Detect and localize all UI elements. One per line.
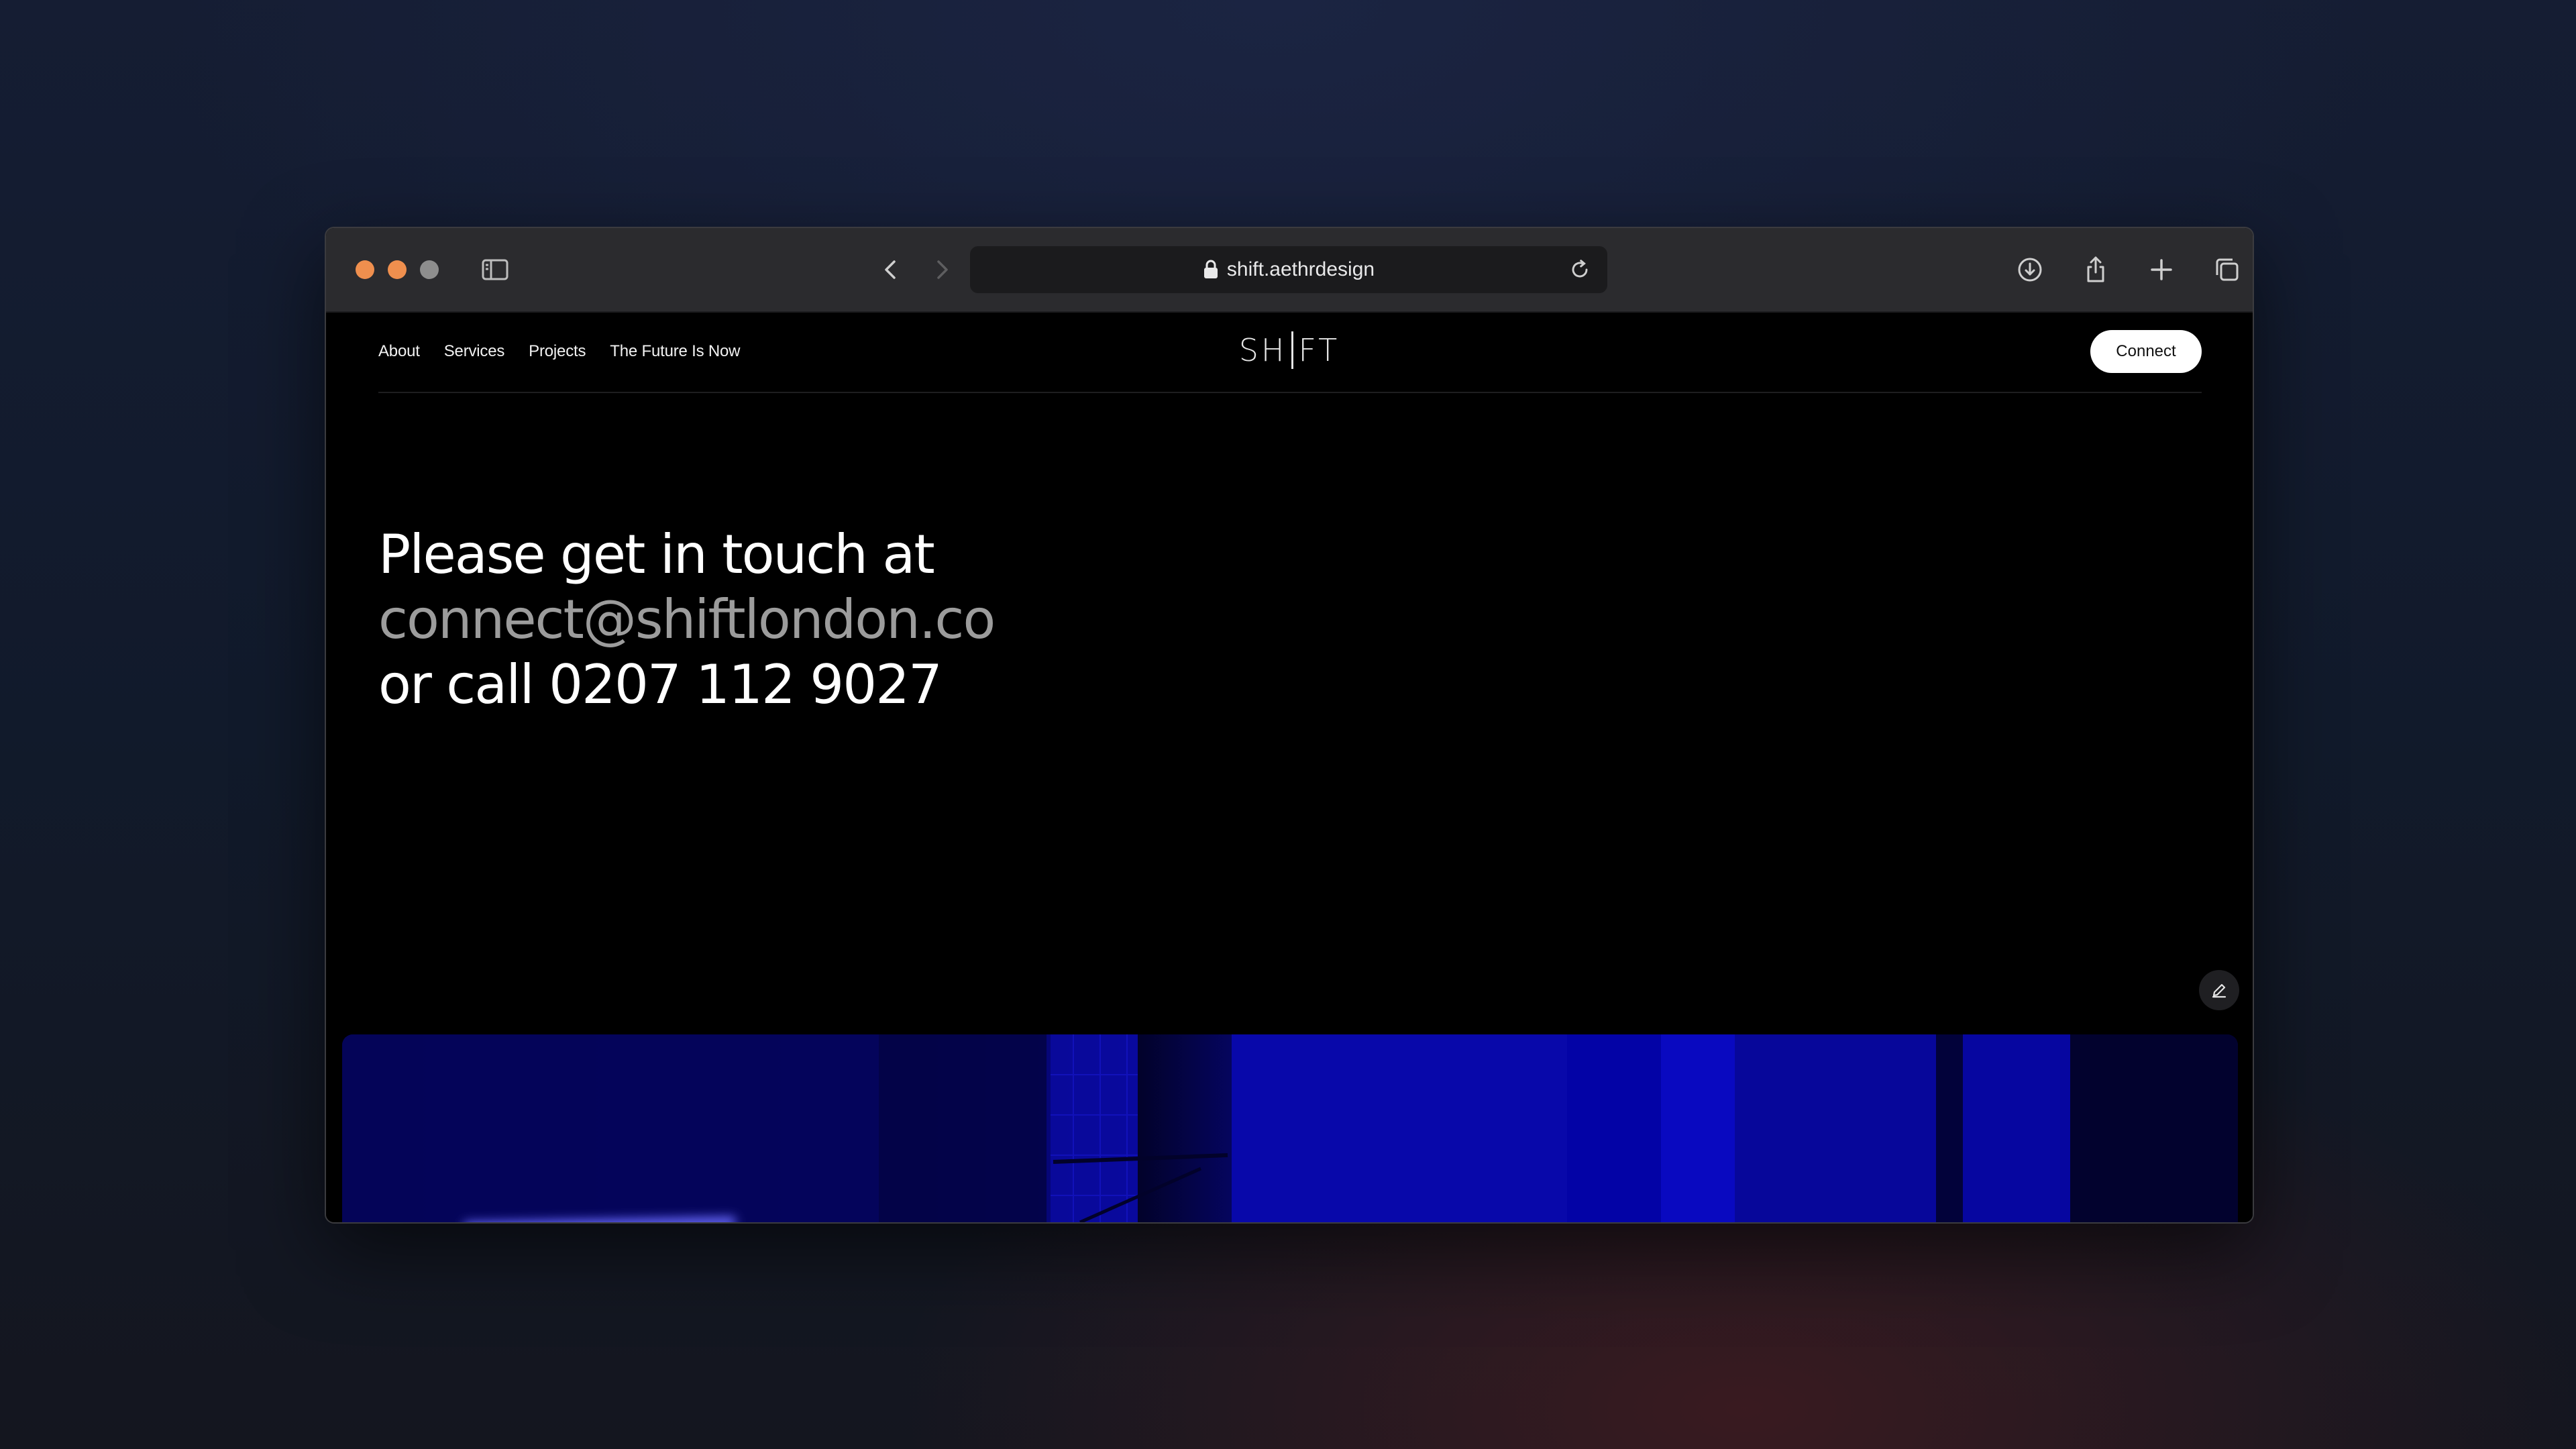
lock-icon [1203, 260, 1219, 280]
chevron-left-icon[interactable] [872, 251, 910, 288]
nav-link-services[interactable]: Services [444, 342, 505, 361]
nav-link-future[interactable]: The Future Is Now [610, 342, 740, 361]
maximize-window-button[interactable] [420, 260, 439, 279]
logo-text-left: SH [1238, 332, 1287, 368]
nav-link-about[interactable]: About [378, 342, 420, 361]
pencil-icon[interactable] [2199, 970, 2239, 1010]
address-bar[interactable]: shift.aethrdesign [970, 246, 1607, 293]
site-logo[interactable]: SH FT [1236, 330, 1343, 370]
logo-text-right: FT [1298, 332, 1340, 368]
phone-line: or call 0207 112 9027 [378, 653, 943, 716]
share-icon[interactable] [2077, 251, 2114, 288]
download-icon[interactable] [2011, 251, 2049, 288]
sidebar-icon[interactable] [476, 251, 514, 288]
logo-bar [1291, 331, 1293, 369]
chevron-right-icon[interactable] [923, 251, 961, 288]
url-text: shift.aethrdesign [1226, 258, 1375, 280]
browser-toolbar: shift.aethrdesign [326, 228, 2253, 313]
plus-icon[interactable] [2143, 251, 2180, 288]
site-nav: About Services Projects The Future Is No… [378, 313, 2202, 393]
hero-image [342, 1034, 2238, 1222]
browser-window: shift.aethrdesign About Services Project… [325, 227, 2254, 1224]
reload-icon[interactable] [1564, 254, 1595, 285]
connect-button[interactable]: Connect [2090, 330, 2202, 373]
tabs-icon[interactable] [2208, 251, 2246, 288]
hero-text: Please get in touch at connect@shiftlond… [378, 522, 1519, 717]
nav-link-projects[interactable]: Projects [529, 342, 586, 361]
web-page: About Services Projects The Future Is No… [326, 313, 2253, 1222]
close-window-button[interactable] [356, 260, 374, 279]
hero-heading-line: Please get in touch at [378, 523, 935, 586]
minimize-window-button[interactable] [388, 260, 407, 279]
email-link[interactable]: connect@shiftlondon.co [378, 587, 1519, 652]
